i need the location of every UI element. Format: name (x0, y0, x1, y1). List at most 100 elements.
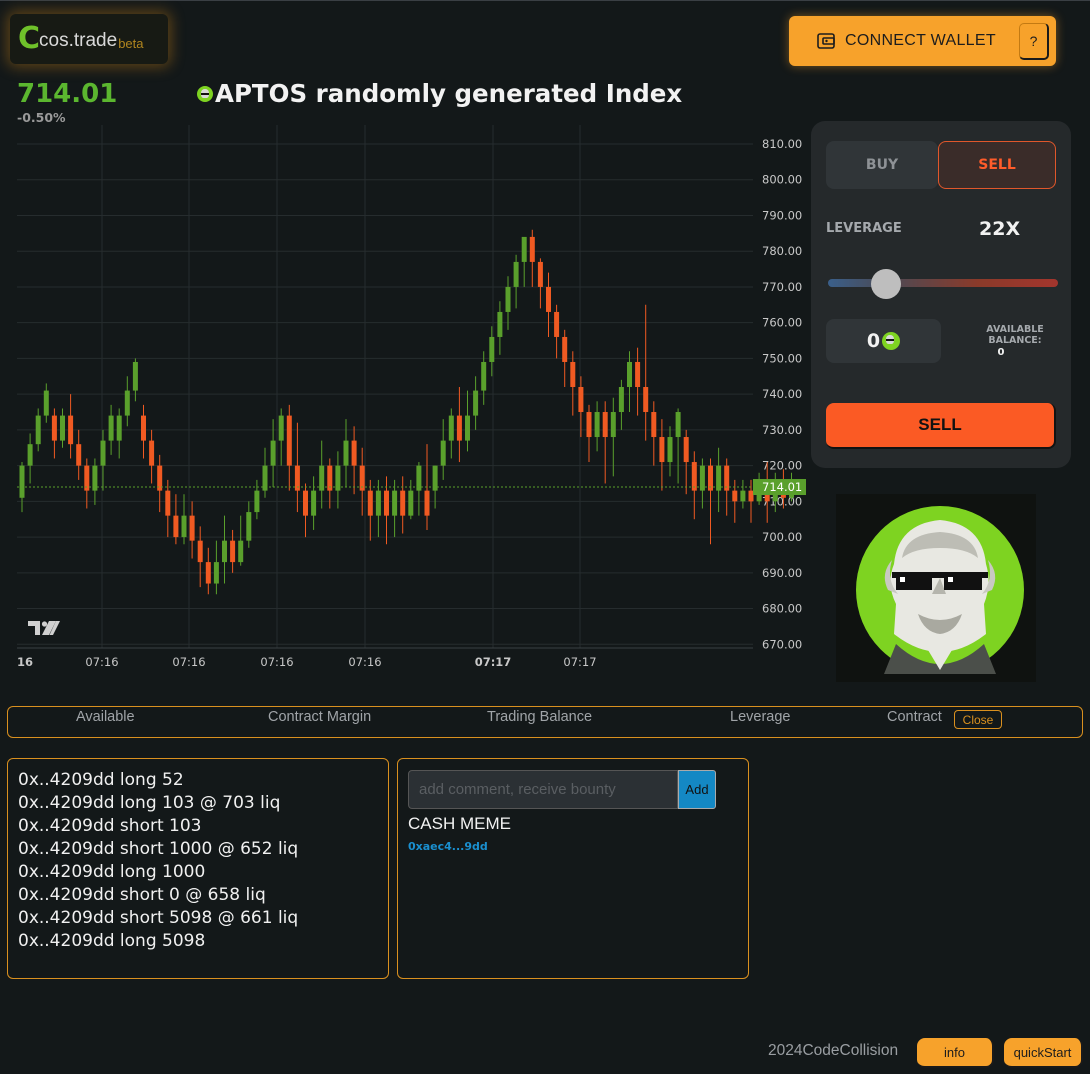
leverage-slider-thumb[interactable] (871, 269, 901, 299)
leverage-slider[interactable] (828, 279, 1058, 287)
candle-body (546, 286, 551, 312)
candle-body (424, 490, 430, 516)
x-tick-label: 07:16 (172, 655, 205, 669)
candle-body (400, 490, 406, 516)
available-balance-label: AVAILABLE BALANCE: (981, 324, 1049, 346)
washington-sunglasses-icon (856, 506, 1024, 674)
y-tick-label: 790.00 (762, 208, 802, 222)
y-tick-label: 720.00 (762, 459, 802, 473)
candle-body (124, 390, 130, 416)
candle-body (165, 490, 171, 516)
y-tick-label: 780.00 (762, 244, 802, 258)
leverage-label: LEVERAGE (826, 221, 902, 236)
meme-image (836, 494, 1036, 682)
tradingview-logo-icon[interactable] (28, 620, 60, 636)
trade-history-row: 0x..4209dd long 103 @ 703 liq (18, 793, 281, 813)
meme-coin-icon (882, 332, 901, 350)
candle-body (375, 490, 381, 516)
candle-body (286, 415, 292, 466)
wallet-bar: CONNECT WALLET ? (789, 16, 1056, 66)
candle-body (505, 286, 511, 312)
candle-body (586, 412, 592, 438)
y-tick-label: 760.00 (762, 316, 802, 330)
stat-leverage: Leverage (730, 709, 791, 725)
candle-body (238, 540, 244, 563)
candle-body (278, 415, 284, 441)
logo-letter: C (18, 21, 41, 56)
current-price: 714.01 (17, 79, 118, 109)
stat-contract-margin: Contract Margin (268, 709, 372, 725)
candle-body (189, 515, 195, 541)
candle-body (448, 415, 454, 441)
candle-body (481, 361, 487, 391)
candle-body (351, 440, 357, 466)
candle-body (667, 437, 673, 463)
candle-body (529, 236, 535, 262)
y-tick-label: 750.00 (762, 351, 802, 365)
candle-body (740, 490, 746, 502)
candle-body (521, 236, 527, 262)
comment-author-link[interactable]: 0xaec4...9dd (408, 840, 488, 853)
y-tick-label: 770.00 (762, 280, 802, 294)
trade-history-row: 0x..4209dd short 1000 @ 652 liq (18, 839, 299, 859)
buy-tab[interactable]: BUY (826, 141, 938, 189)
comment-text: CASH MEME (408, 814, 511, 833)
candle-body (473, 390, 479, 416)
candle-body (27, 444, 33, 466)
x-tick-label: 07:17 (475, 655, 512, 669)
x-tick-label: 07:16 (85, 655, 118, 669)
add-comment-button[interactable]: Add (678, 770, 716, 809)
candle-body (197, 540, 203, 563)
candle-body (116, 415, 122, 441)
connect-wallet-label: CONNECT WALLET (845, 32, 996, 49)
candle-body (618, 386, 624, 413)
candle-body (254, 490, 260, 513)
candle-body (60, 415, 65, 441)
sell-button[interactable]: SELL (826, 403, 1056, 449)
candle-body (51, 415, 57, 441)
chart-title: APTOS randomly generated Index (197, 79, 682, 108)
help-button[interactable]: ? (1019, 23, 1049, 60)
price-change: -0.50% (17, 110, 66, 125)
last-price-label: 714.01 (762, 480, 802, 494)
comment-input[interactable] (408, 770, 678, 809)
candle-body (213, 562, 219, 584)
available-label-line2: BALANCE: (988, 335, 1042, 346)
candle-body (303, 490, 308, 516)
y-tick-label: 740.00 (762, 387, 802, 401)
y-tick-label: 810.00 (762, 137, 802, 151)
info-button[interactable]: info (917, 1038, 994, 1068)
candle-body (205, 562, 211, 584)
sell-tab[interactable]: SELL (938, 141, 1056, 189)
candle-body (311, 490, 317, 516)
connect-wallet-button[interactable]: CONNECT WALLET (797, 22, 1003, 60)
candle-body (43, 390, 49, 416)
amount-input[interactable]: 0 (826, 319, 941, 363)
candle-body (181, 515, 187, 538)
quickstart-button[interactable]: quickStart (1004, 1038, 1083, 1068)
site-logo[interactable]: C cos.trade beta (10, 14, 168, 64)
trade-history-row: 0x..4209dd long 52 (18, 770, 184, 790)
stat-contract: Contract (887, 709, 942, 725)
candle-body (68, 415, 74, 445)
candlestick-chart[interactable]: 810.00 800.00 790.00 780.00 770.00 760.00 750.… (0, 125, 810, 680)
candle-body (141, 415, 146, 441)
candle-body (675, 412, 681, 438)
available-label-line1: AVAILABLE (986, 324, 1044, 335)
x-tick-label: 07:16 (348, 655, 381, 669)
available-balance-value: 0 (997, 347, 1005, 358)
y-tick-label: 690.00 (762, 566, 802, 580)
candle-body (732, 490, 738, 502)
trade-panel: BUY SELL LEVERAGE 22X 0 AVAILABLE BALANC… (811, 121, 1071, 468)
candle-body (367, 490, 373, 516)
stat-available: Available (76, 709, 135, 725)
wallet-icon (817, 33, 835, 49)
footer-credit: 2024CodeCollision (768, 1042, 899, 1059)
close-position-button[interactable]: Close (954, 710, 1002, 729)
candle-body (489, 336, 495, 362)
candle-body (76, 444, 82, 466)
index-title: APTOS randomly generated Index (215, 79, 683, 108)
candle-body (651, 412, 657, 438)
comments-panel: Add CASH MEME 0xaec4...9dd (397, 758, 749, 979)
candle-body (173, 515, 179, 538)
